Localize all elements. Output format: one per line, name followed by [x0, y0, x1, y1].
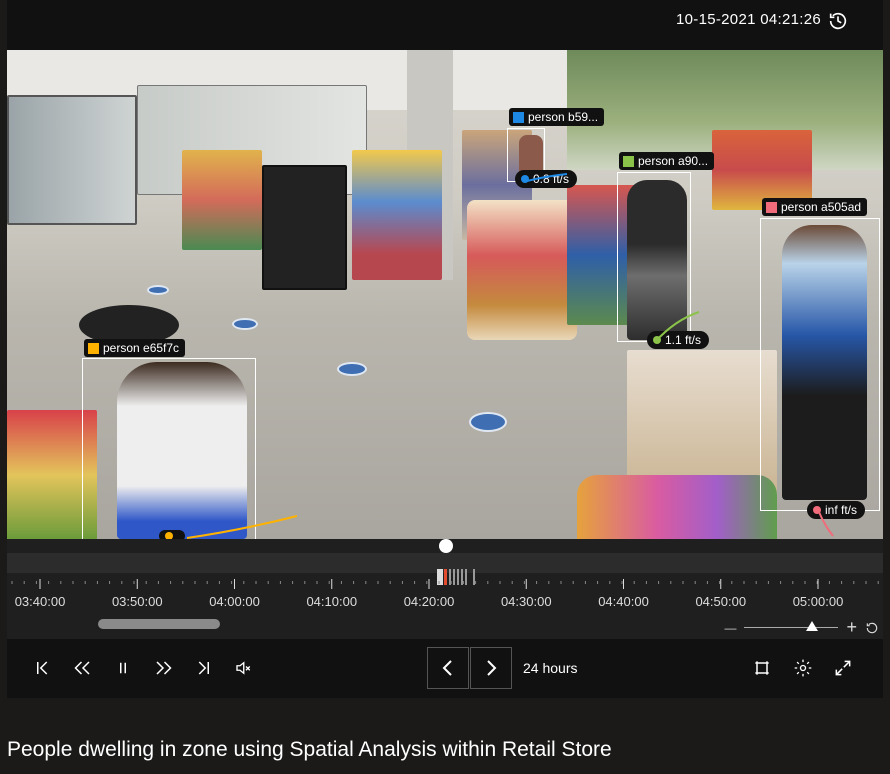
timeline: 03:40:00 03:50:00 04:00:00 04:10:00 04:20:00… — [7, 539, 883, 639]
tick-label: 04:30:00 — [500, 594, 552, 609]
playhead-knob[interactable] — [439, 539, 453, 553]
tick-label: 04:20:00 — [403, 594, 455, 609]
tick-label: 04:00:00 — [209, 594, 260, 609]
skip-to-end-icon[interactable] — [189, 655, 217, 681]
zoom-controls: — + — [724, 617, 879, 638]
next-icon — [487, 660, 497, 676]
time-range-label[interactable]: 24 hours — [523, 660, 577, 676]
scrub-track[interactable] — [7, 553, 883, 585]
skip-to-start-icon[interactable] — [29, 655, 57, 681]
history-icon[interactable] — [827, 10, 849, 32]
timeline-scrollbar[interactable] — [98, 619, 220, 629]
top-bar: 10-15-2021 04:21:26 — [7, 0, 883, 50]
previous-icon — [442, 660, 452, 676]
page-caption: People dwelling in zone using Spatial An… — [7, 738, 612, 761]
tick-label: 05:00:00 — [792, 594, 844, 609]
zone-icon[interactable] — [748, 655, 776, 681]
tick-label: 04:10:00 — [306, 594, 358, 609]
video-player: 10-15-2021 04:21:26 person b59... 0.8 ft… — [7, 0, 883, 698]
mute-icon[interactable] — [229, 655, 257, 681]
tick-label: 03:50:00 — [111, 594, 163, 609]
zoom-slider[interactable] — [744, 621, 839, 631]
pause-icon[interactable] — [109, 655, 137, 681]
track-trail — [186, 173, 834, 539]
playback-controls: 24 hours — [7, 639, 883, 698]
reset-zoom-icon[interactable] — [865, 621, 879, 635]
next-button[interactable] — [470, 647, 512, 689]
zoom-slider-thumb[interactable] — [806, 621, 819, 631]
fullscreen-icon[interactable] — [829, 655, 857, 681]
settings-icon[interactable] — [789, 655, 817, 681]
tick-label: 03:40:00 — [14, 594, 66, 609]
video-frame[interactable]: person b59... 0.8 ft/s person a90... 1.1… — [7, 50, 883, 539]
tick-label: 04:40:00 — [598, 594, 649, 609]
fast-forward-icon[interactable] — [149, 655, 177, 681]
tick-label: 04:50:00 — [695, 594, 747, 609]
zoom-out-button[interactable]: — — [724, 621, 736, 635]
rewind-icon[interactable] — [69, 655, 97, 681]
timestamp: 10-15-2021 04:21:26 — [676, 11, 821, 28]
zoom-in-button[interactable]: + — [846, 617, 857, 638]
previous-button[interactable] — [427, 647, 469, 689]
